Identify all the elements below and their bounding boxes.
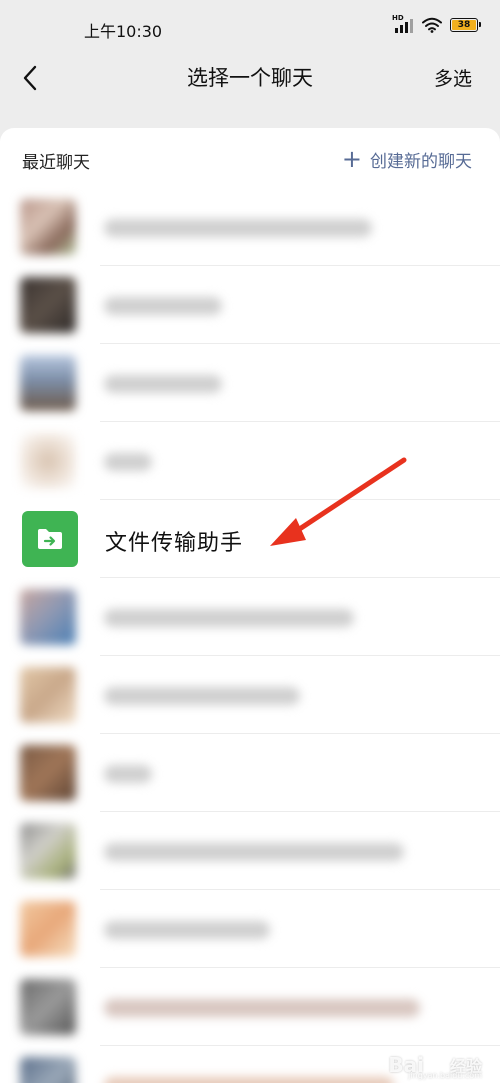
- status-icons: HD 38: [392, 14, 481, 33]
- blurred-chat-name: [104, 765, 152, 783]
- blurred-chat-name: [104, 999, 420, 1017]
- folder-arrow-icon: [38, 529, 62, 549]
- avatar: [20, 355, 76, 411]
- blurred-chat-name: [104, 687, 300, 705]
- chat-list: 文件传输助手: [0, 188, 500, 1083]
- avatar: [20, 589, 76, 645]
- plus-icon: +: [341, 144, 362, 173]
- create-new-chat-label: 创建新的聊天: [370, 152, 472, 172]
- multi-select-button[interactable]: 多选: [434, 64, 472, 91]
- watermark-url: jingyan.baidu.com: [408, 1071, 482, 1080]
- blurred-chat-name: [104, 219, 372, 237]
- cellular-signal-icon: HD: [392, 14, 414, 33]
- watermark: Bai 经验 jingyan.baidu.com: [388, 1053, 482, 1080]
- nav-bar: 选择一个聊天 多选: [0, 58, 500, 114]
- recent-chats-title: 最近聊天: [22, 153, 90, 173]
- file-transfer-avatar: [22, 511, 78, 567]
- blurred-chat-name: [104, 843, 404, 861]
- battery-level: 38: [452, 20, 476, 30]
- wifi-icon: [422, 17, 442, 33]
- battery-icon: 38: [450, 18, 481, 32]
- avatar: [20, 745, 76, 801]
- hd-label: HD: [392, 14, 404, 22]
- avatar: [20, 199, 76, 255]
- blurred-chat-name: [104, 921, 270, 939]
- avatar: [20, 277, 76, 333]
- chat-picker-sheet: 最近聊天 + 创建新的聊天 文件传输助手: [0, 128, 500, 1083]
- blurred-chat-name: [104, 1077, 394, 1083]
- section-header: 最近聊天 + 创建新的聊天: [0, 128, 500, 188]
- avatar: [20, 433, 76, 489]
- chat-row[interactable]: [0, 578, 500, 656]
- chat-row[interactable]: [0, 266, 500, 344]
- file-transfer-name: 文件传输助手: [105, 531, 244, 556]
- blurred-chat-name: [104, 375, 222, 393]
- chat-row[interactable]: [0, 344, 500, 422]
- avatar: [20, 667, 76, 723]
- chat-row[interactable]: [0, 890, 500, 968]
- file-transfer-row[interactable]: 文件传输助手: [0, 500, 500, 578]
- chat-row[interactable]: [0, 422, 500, 500]
- avatar: [20, 1057, 76, 1083]
- create-new-chat-button[interactable]: + 创建新的聊天: [341, 144, 472, 173]
- blurred-chat-name: [104, 609, 354, 627]
- avatar: [20, 901, 76, 957]
- chat-row[interactable]: [0, 734, 500, 812]
- chat-row[interactable]: [0, 188, 500, 266]
- page-title: 选择一个聊天: [187, 66, 313, 90]
- avatar: [20, 979, 76, 1035]
- chat-row[interactable]: [0, 812, 500, 890]
- status-bar: 上午10:30 HD 38: [0, 0, 500, 58]
- chat-row[interactable]: [0, 656, 500, 734]
- avatar: [20, 823, 76, 879]
- chat-row[interactable]: [0, 968, 500, 1046]
- blurred-chat-name: [104, 297, 222, 315]
- blurred-chat-name: [104, 453, 152, 471]
- status-time: 上午10:30: [84, 22, 163, 41]
